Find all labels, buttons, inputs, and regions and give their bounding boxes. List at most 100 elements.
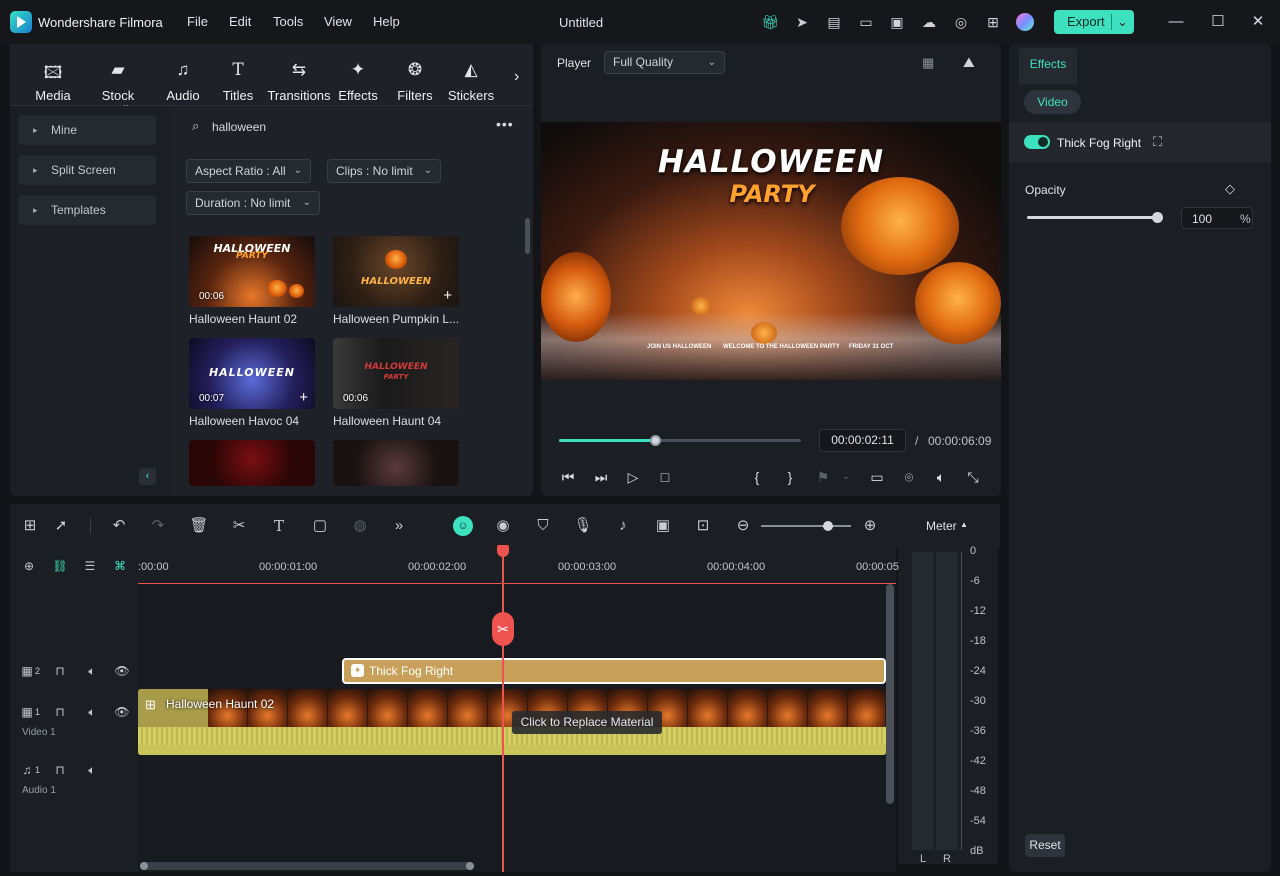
media-thumb-halloween-haunt-02[interactable]: HALLOWEEN PARTY 00:06 — [189, 236, 315, 307]
camera-icon[interactable]: ⌾ — [898, 466, 920, 488]
tool-stickers[interactable]: ◭ Stickers — [436, 60, 506, 103]
speaker-icon[interactable]: 🔈︎ — [83, 703, 101, 721]
marker-icon[interactable]: ⚑ — [812, 466, 834, 488]
duration-filter[interactable]: Duration : No limit ⌄ — [186, 191, 320, 215]
add-icon[interactable]: + — [443, 287, 452, 304]
menu-edit[interactable]: Edit — [229, 14, 251, 29]
opacity-slider-handle[interactable] — [1152, 212, 1163, 223]
eye-icon[interactable]: 👁︎ — [113, 703, 131, 721]
gift-icon[interactable]: 🎁︎ — [761, 13, 779, 31]
fit-icon[interactable]: ⊡ — [693, 516, 713, 536]
layout-icon[interactable]: ⊞ — [20, 516, 40, 536]
display-icon[interactable]: ▭ — [866, 466, 888, 488]
aspect-ratio-filter[interactable]: Aspect Ratio : All ⌄ — [186, 159, 311, 183]
caret-up-icon[interactable]: ▲ — [960, 520, 968, 529]
current-time-field[interactable]: 00:00:02:11 — [819, 429, 906, 452]
more-tools-icon[interactable]: » — [389, 516, 409, 536]
ai-face-icon[interactable]: ☺ — [453, 516, 473, 536]
menu-help[interactable]: Help — [373, 14, 400, 29]
playback-scrubber-handle[interactable] — [649, 435, 661, 446]
chevron-down-icon[interactable]: ⌄ — [1117, 10, 1128, 34]
chevron-right-icon[interactable]: › — [514, 68, 519, 86]
collapse-sidebar-button[interactable]: ‹ — [139, 468, 156, 485]
clips-filter[interactable]: Clips : No limit ⌄ — [327, 159, 441, 183]
more-options-icon[interactable]: ••• — [496, 116, 514, 132]
opacity-slider-track[interactable] — [1027, 216, 1158, 219]
playback-progress-track[interactable] — [559, 439, 801, 442]
speaker-icon[interactable]: 🔈︎ — [83, 761, 101, 779]
add-icon[interactable]: + — [299, 389, 308, 406]
track-manage-icon[interactable]: ☰ — [81, 557, 99, 575]
menu-file[interactable]: File — [187, 14, 208, 29]
lock-icon[interactable]: ⊓ — [51, 662, 69, 680]
minimize-icon[interactable]: — — [1166, 12, 1186, 32]
media-thumb-halloween-pumpkin[interactable]: HALLOWEEN + — [333, 236, 459, 307]
sidebar-item-split-screen[interactable]: Split Screen — [18, 155, 156, 185]
eye-icon[interactable]: 👁︎ — [113, 662, 131, 680]
quality-select[interactable]: Full Quality ⌄ — [604, 51, 725, 74]
zoom-out-icon[interactable]: ⊖ — [733, 516, 753, 536]
playhead-handle[interactable] — [497, 545, 509, 557]
media-scrollbar[interactable] — [525, 218, 530, 254]
media-thumb-halloween-havoc-04[interactable]: HALLOWEEN 00:07 + — [189, 338, 315, 409]
lock-icon[interactable]: ⊓ — [51, 761, 69, 779]
shield-icon[interactable]: ⛉ — [533, 516, 553, 536]
timeline-ruler[interactable] — [138, 548, 896, 584]
zoom-slider-track[interactable] — [761, 525, 851, 527]
split-scissors-icon[interactable]: ✂ — [492, 612, 514, 646]
add-track-icon[interactable]: ⊕ — [20, 557, 38, 575]
lock-icon[interactable]: ⊓ — [51, 703, 69, 721]
image-icon[interactable]: ⛰ — [963, 54, 975, 71]
export-button[interactable]: Export ⌄ — [1054, 10, 1134, 34]
microphone-icon[interactable]: 🎙︎ — [573, 516, 593, 536]
undo-icon[interactable]: ↶ — [109, 516, 129, 536]
video-preview[interactable]: HALLOWEEN PARTY JOIN US HALLOWEEN WELCOM… — [541, 122, 1001, 380]
scissors-icon[interactable]: ✂ — [229, 516, 249, 536]
chevron-down-icon[interactable]: ⌄ — [835, 466, 857, 488]
monitor-icon[interactable]: ▭ — [857, 13, 875, 31]
sidebar-item-mine[interactable]: Mine — [18, 115, 156, 145]
menu-view[interactable]: View — [324, 14, 352, 29]
timeline-horizontal-scrollbar[interactable] — [140, 862, 474, 870]
menu-tools[interactable]: Tools — [273, 14, 303, 29]
ai-avatar-icon[interactable] — [1016, 13, 1034, 31]
image-audio-icon[interactable]: ▣ — [653, 516, 673, 536]
maximize-icon[interactable]: ☐ — [1208, 12, 1228, 32]
next-frame-icon[interactable]: ⏭ — [590, 466, 612, 488]
search-input[interactable]: halloween — [212, 120, 266, 134]
fullscreen-icon[interactable]: ⤡ — [962, 466, 984, 488]
grid-view-icon[interactable]: ▦ — [922, 55, 934, 71]
timeline-vertical-scrollbar[interactable] — [886, 584, 894, 804]
tab-effects[interactable]: Effects — [1019, 48, 1077, 84]
send-icon[interactable]: ➤ — [793, 13, 811, 31]
replace-material-tooltip[interactable]: Click to Replace Material — [512, 711, 662, 734]
render-icon[interactable]: ◉ — [493, 516, 513, 536]
stop-icon[interactable]: □ — [654, 466, 676, 488]
mark-in-icon[interactable]: { — [746, 466, 768, 488]
link-icon[interactable]: ⛓ — [51, 557, 69, 575]
effect-settings-icon[interactable]: ⛶ — [1153, 134, 1162, 150]
mark-out-icon[interactable]: } — [779, 466, 801, 488]
play-icon[interactable]: ▷ — [622, 466, 644, 488]
text-icon[interactable]: T — [269, 516, 289, 536]
delete-icon[interactable]: 🗑︎ — [189, 516, 209, 536]
snap-icon[interactable]: ⌘ — [111, 557, 129, 575]
reset-button[interactable]: Reset — [1025, 834, 1065, 857]
save-icon[interactable]: ▣ — [888, 13, 906, 31]
redo-icon[interactable]: ↷ — [148, 516, 168, 536]
media-thumb-halloween-haunt-04[interactable]: HALLOWEEN PARTY 00:06 — [333, 338, 459, 409]
volume-icon[interactable]: 🔈︎ — [930, 466, 952, 488]
color-icon[interactable]: ◍ — [350, 516, 370, 536]
tool-titles[interactable]: T Titles — [203, 60, 273, 103]
effect-clip-thick-fog-right[interactable]: ✦ Thick Fog Right — [342, 658, 886, 684]
cloud-upload-icon[interactable]: ☁ — [920, 13, 938, 31]
music-list-icon[interactable]: ♪ — [613, 516, 633, 536]
speaker-icon[interactable]: 🔈︎ — [83, 662, 101, 680]
tool-media[interactable]: 🖾︎ Media — [18, 60, 88, 103]
headset-icon[interactable]: ◎ — [952, 13, 970, 31]
keyframe-diamond-icon[interactable]: ◇ — [1225, 181, 1235, 197]
zoom-slider-handle[interactable] — [823, 521, 833, 531]
previous-frame-icon[interactable]: ⏮ — [557, 466, 579, 488]
opacity-input[interactable]: 100 % — [1181, 207, 1253, 229]
close-icon[interactable]: ✕ — [1248, 12, 1268, 32]
